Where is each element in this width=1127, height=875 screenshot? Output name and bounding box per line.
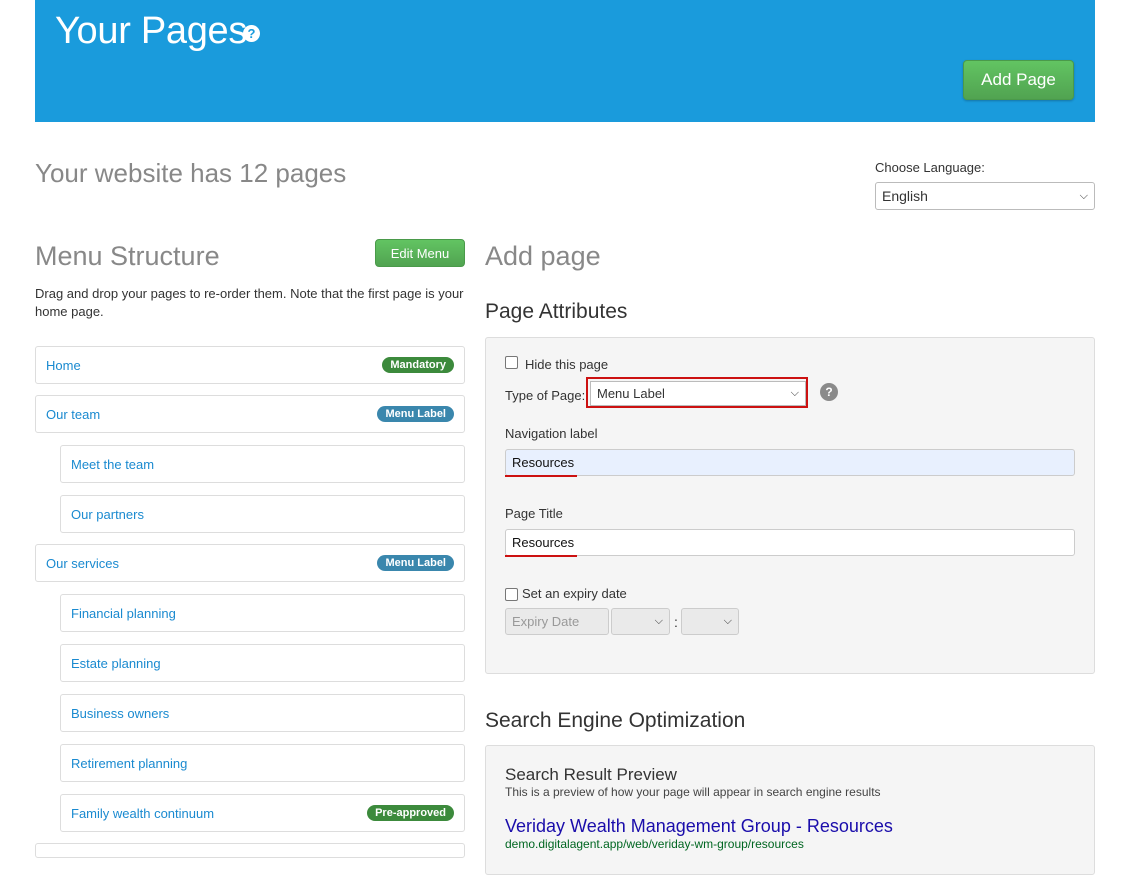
hide-page-label: Hide this page <box>525 357 609 372</box>
menu-item-badge: Menu Label <box>377 555 454 571</box>
menu-item[interactable]: Financial planning <box>60 594 465 632</box>
search-result-title: Veriday Wealth Management Group - Resour… <box>505 816 893 836</box>
menu-item-label: Our partners <box>71 506 144 522</box>
expiry-date-label: Set an expiry date <box>522 586 627 601</box>
menu-item[interactable]: Family wealth continuum Pre-approved <box>60 794 465 832</box>
page-attributes-heading: Page Attributes <box>485 300 628 323</box>
edit-menu-button[interactable]: Edit Menu <box>375 239 465 267</box>
search-result-url: demo.digitalagent.app/web/veriday-wm-gro… <box>505 837 804 851</box>
menu-item-badge: Mandatory <box>382 357 454 373</box>
chevron-down-icon: ⌵ <box>723 615 732 627</box>
seo-heading: Search Engine Optimization <box>485 709 746 732</box>
menu-item-label: Our services <box>46 555 119 571</box>
help-icon[interactable]: ? <box>820 383 838 401</box>
expiry-minute-select[interactable]: ⌵ <box>681 608 739 635</box>
chevron-down-icon: ⌵ <box>654 615 663 627</box>
highlight-underline <box>505 555 577 557</box>
chevron-down-icon: ⌵ <box>1079 189 1088 202</box>
expiry-date-checkbox[interactable] <box>505 588 518 601</box>
menu-item-badge: Pre-approved <box>367 805 454 821</box>
page-title-input[interactable]: Resources <box>505 529 1075 556</box>
type-of-page-label: Type of Page: <box>505 388 586 403</box>
navigation-label-label: Navigation label <box>505 426 598 441</box>
menu-item-label: Home <box>46 357 81 373</box>
search-preview-title: Search Result Preview <box>505 765 677 784</box>
help-icon[interactable]: ? <box>243 25 260 42</box>
menu-item-badge: Menu Label <box>377 406 454 422</box>
menu-item[interactable]: Meet the team <box>60 445 465 483</box>
page-title-label: Page Title <box>505 506 563 521</box>
menu-item[interactable]: Estate planning <box>60 644 465 682</box>
menu-item[interactable]: Retirement planning <box>60 744 465 782</box>
expiry-hour-select[interactable]: ⌵ <box>611 608 670 635</box>
menu-item[interactable]: Business owners <box>60 694 465 732</box>
menu-item[interactable]: Our team Menu Label <box>35 395 465 433</box>
menu-item-label: Estate planning <box>71 655 161 671</box>
search-preview-description: This is a preview of how your page will … <box>505 785 881 799</box>
navigation-label-input[interactable]: Resources <box>505 449 1075 476</box>
menu-item-label: Business owners <box>71 705 170 721</box>
highlight-box <box>586 377 808 408</box>
language-value: English <box>882 188 928 204</box>
menu-item-label: Financial planning <box>71 605 176 621</box>
menu-item[interactable]: Our services Menu Label <box>35 544 465 582</box>
add-page-heading: Add page <box>485 241 601 271</box>
language-label: Choose Language: <box>875 160 985 175</box>
menu-item[interactable] <box>35 843 465 858</box>
menu-item[interactable]: Our partners <box>60 495 465 533</box>
menu-item-label: Family wealth continuum <box>71 805 215 821</box>
menu-structure-heading: Menu Structure <box>35 241 220 271</box>
page-header-banner: Your Pages ? Add Page <box>35 0 1095 122</box>
highlight-underline <box>505 475 577 477</box>
menu-description: Drag and drop your pages to re-order the… <box>35 286 464 319</box>
menu-item-label: Retirement planning <box>71 755 188 771</box>
language-select[interactable]: English ⌵ <box>875 182 1095 210</box>
time-separator: : <box>674 614 678 630</box>
hide-page-checkbox[interactable] <box>505 356 518 369</box>
site-page-count: Your website has 12 pages <box>35 158 347 188</box>
menu-item[interactable]: Home Mandatory <box>35 346 465 384</box>
expiry-date-input[interactable]: Expiry Date <box>505 608 609 635</box>
menu-item-label: Our team <box>46 406 101 422</box>
menu-item-label: Meet the team <box>71 456 155 472</box>
page-title: Your Pages <box>55 10 248 52</box>
add-page-button[interactable]: Add Page <box>963 60 1074 100</box>
